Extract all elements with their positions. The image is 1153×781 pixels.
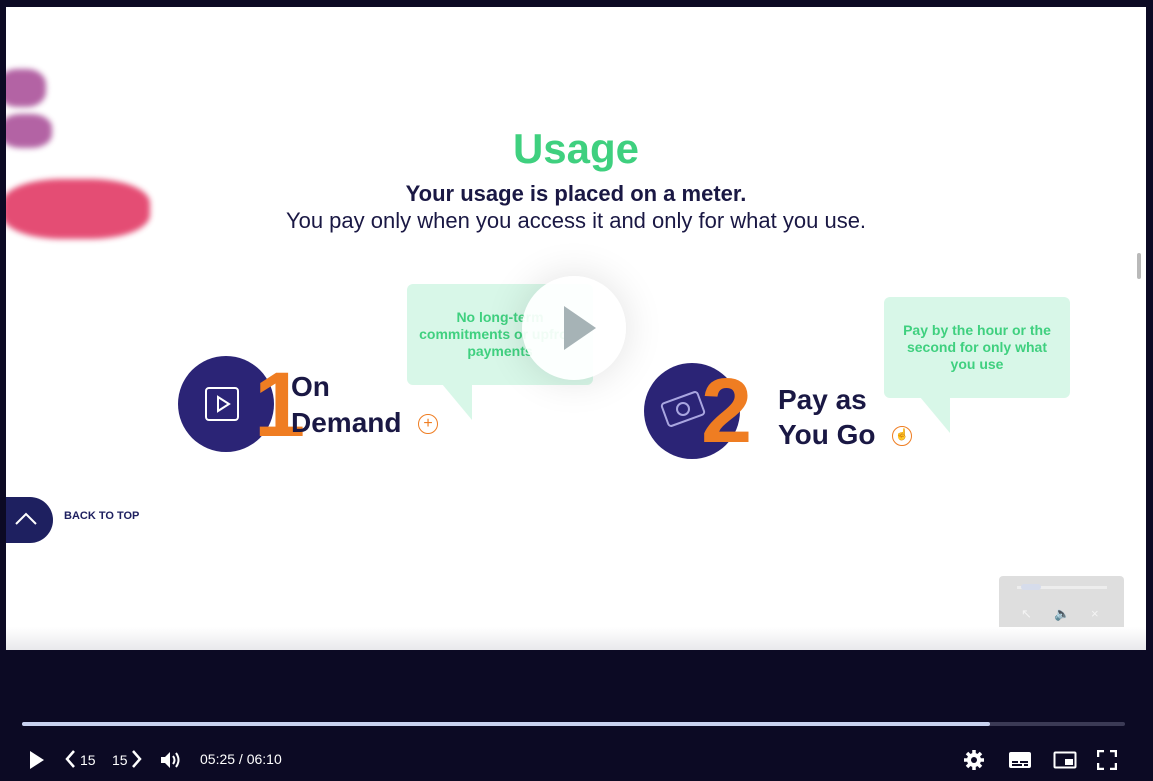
pay-as-you-go-bubble-tail (920, 397, 950, 433)
big-play-button[interactable] (522, 276, 626, 380)
pay-as-you-go-label-line1: Pay as (778, 384, 867, 415)
chevron-up-icon (15, 512, 37, 525)
progress-bar-fill (22, 722, 991, 726)
current-time: 05:25 (200, 751, 236, 767)
skip-back-seconds[interactable]: 15 (80, 752, 96, 768)
play-icon[interactable] (28, 750, 46, 770)
on-demand-label-line1: On (291, 371, 330, 402)
skip-forward-seconds[interactable]: 15 (112, 752, 128, 768)
volume-icon[interactable]: 🔈 (1054, 606, 1070, 622)
play-icon (564, 306, 596, 350)
pointer-icon[interactable]: ↖ (1021, 606, 1032, 622)
video-frame[interactable]: Usage Your usage is placed on a meter. Y… (6, 7, 1146, 650)
bottom-gradient (6, 627, 1146, 650)
pay-as-you-go-bubble: Pay by the hour or the second for only w… (884, 297, 1070, 398)
decorative-paint-purple (6, 69, 46, 107)
skip-back-icon[interactable] (64, 749, 76, 769)
mini-control-panel[interactable]: ↖ 🔈 × (999, 576, 1124, 632)
slide-title: Usage (512, 125, 640, 172)
subtitles-icon[interactable] (1008, 751, 1032, 769)
back-to-top-label[interactable]: BACK TO TOP (64, 510, 139, 522)
on-demand-bubble-tail (442, 384, 472, 420)
on-demand-label-line2: Demand (291, 407, 402, 438)
duration: 06:10 (246, 751, 282, 767)
skip-forward-icon[interactable] (131, 749, 143, 769)
pay-as-you-go-pointer-icon[interactable]: ☝ (892, 426, 912, 446)
page-scrollbar[interactable] (1137, 253, 1141, 279)
close-icon[interactable]: × (1091, 606, 1099, 621)
slide-subtitle: You pay only when you access it and only… (285, 208, 867, 233)
time-display: 05:25 / 06:10 (200, 751, 282, 767)
item-number-2: 2 (701, 360, 753, 462)
progress-bar[interactable] (22, 722, 1125, 726)
slide-subtitle-bold: Your usage is placed on a meter. (405, 181, 747, 206)
time-separator: / (235, 751, 247, 767)
play-box-icon (205, 387, 239, 421)
pay-as-you-go-bubble-text: Pay by the hour or the second for only w… (903, 322, 1051, 372)
picture-in-picture-icon[interactable] (1053, 751, 1077, 769)
on-demand-plus-icon[interactable]: + (418, 414, 438, 434)
back-to-top-button[interactable] (6, 497, 53, 543)
pay-as-you-go-label-line2: You Go (778, 419, 876, 450)
mini-slider-thumb[interactable] (1021, 584, 1041, 590)
fullscreen-icon[interactable] (1097, 750, 1117, 770)
volume-icon[interactable] (159, 750, 183, 770)
gear-icon[interactable] (963, 749, 985, 771)
